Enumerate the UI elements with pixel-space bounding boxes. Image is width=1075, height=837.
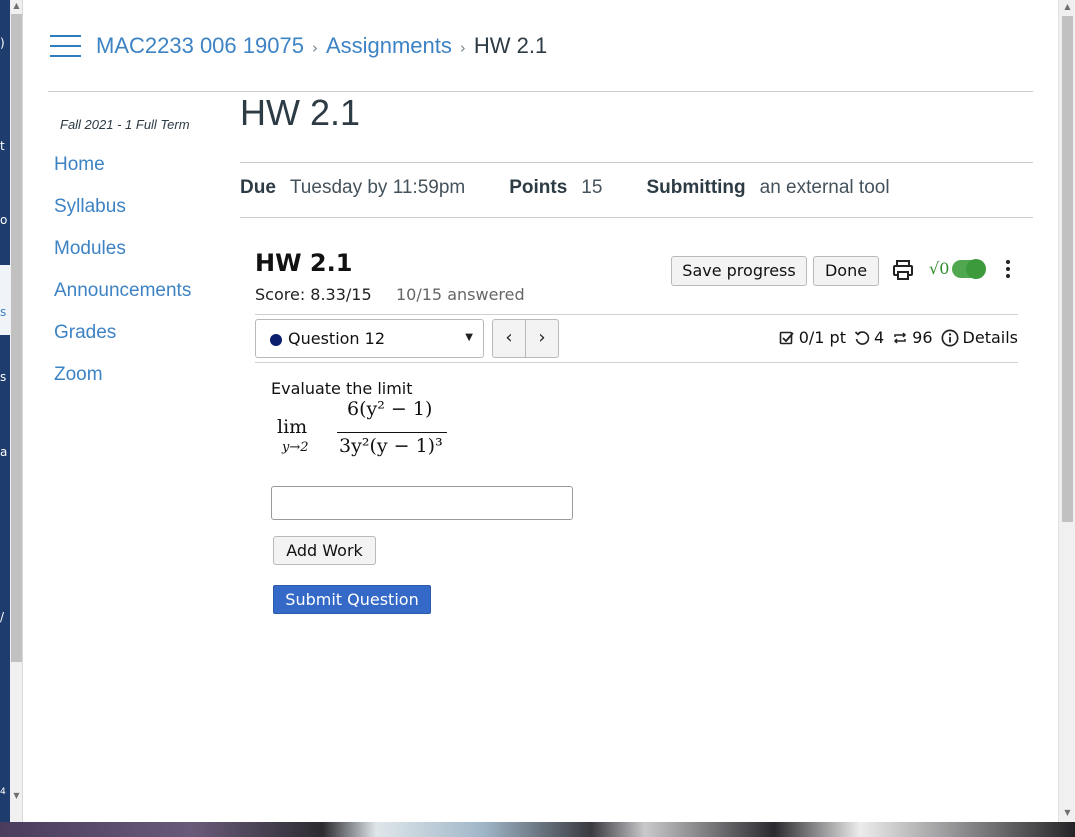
nav-item-home: Home <box>54 154 191 196</box>
due-label: Due <box>240 177 276 198</box>
submitting-label: Submitting <box>646 177 746 198</box>
nav-item-announcements: Announcements <box>54 280 191 322</box>
background-text: a <box>0 445 8 459</box>
scroll-up-arrow-icon[interactable]: ▲ <box>10 0 23 12</box>
background-text: 4 <box>0 787 6 797</box>
browser-window: MAC2233 006 19075 › Assignments › HW 2.1… <box>23 0 1075 822</box>
background-text: / <box>0 610 5 624</box>
nav-item-syllabus: Syllabus <box>54 196 191 238</box>
fraction-bar <box>337 432 447 433</box>
divider <box>48 91 1033 92</box>
background-window-strip: ) t o s s a / 4 <box>0 0 10 822</box>
breadcrumb-assignments-link[interactable]: Assignments <box>326 33 452 59</box>
points-stat: 0/1 pt <box>779 328 846 347</box>
versions-stat: 96 <box>892 328 933 347</box>
nav-link-announcements[interactable]: Announcements <box>54 280 191 301</box>
info-icon <box>941 329 959 346</box>
scrollbar-thumb[interactable] <box>1062 16 1073 522</box>
limit-expression: lim y→2 6(y² − 1) 3y²(y − 1)³ <box>277 398 477 464</box>
assignment-details: Due Tuesday by 11:59pm Points 15 Submitt… <box>240 177 934 199</box>
background-highlight <box>0 265 10 335</box>
breadcrumb-current: HW 2.1 <box>473 33 548 58</box>
page-title: HW 2.1 <box>240 92 361 133</box>
question-stats: 0/1 pt 4 96 Details <box>771 328 1018 347</box>
background-text: s <box>0 370 7 384</box>
hamburger-menu-icon[interactable] <box>50 35 81 57</box>
points-stat-value: 0/1 pt <box>798 328 846 347</box>
repeat-icon <box>894 331 907 344</box>
question-prompt: Evaluate the limit <box>271 379 413 398</box>
tool-title: HW 2.1 <box>255 249 353 277</box>
nav-link-syllabus[interactable]: Syllabus <box>54 196 126 217</box>
caret-down-icon: ▼ <box>465 332 473 343</box>
submit-question-button[interactable]: Submit Question <box>273 585 431 614</box>
add-work-button[interactable]: Add Work <box>273 536 376 565</box>
page-scrollbar[interactable]: ▲ ▼ <box>1058 0 1075 822</box>
nav-item-modules: Modules <box>54 238 191 280</box>
more-options-icon[interactable] <box>1003 258 1013 280</box>
done-button[interactable]: Done <box>813 256 879 286</box>
background-text: t <box>0 139 5 153</box>
nav-link-home[interactable]: Home <box>54 154 105 175</box>
answered-count: 10/15 answered <box>396 285 525 304</box>
question-select-value: Question 12 <box>288 329 386 348</box>
previous-question-button[interactable]: ‹ <box>492 319 526 358</box>
retry-icon <box>854 330 870 345</box>
score-text: Score: 8.33/15 <box>255 285 372 304</box>
math-entry-toggle[interactable] <box>952 259 986 279</box>
question-select[interactable]: Question 12 ▼ <box>255 319 484 358</box>
question-status-dot-icon <box>270 334 282 346</box>
points-value: 15 <box>581 177 603 198</box>
numerator: 6(y² − 1) <box>347 398 433 420</box>
lim-subscript: y→2 <box>282 440 309 455</box>
details-label: Details <box>962 328 1018 347</box>
course-term: Fall 2021 - 1 Full Term <box>60 117 190 132</box>
background-scrollbar[interactable]: ▲ ▼ <box>10 0 23 822</box>
save-progress-button[interactable]: Save progress <box>671 256 807 286</box>
answer-input[interactable] <box>271 486 573 520</box>
retries-stat: 4 <box>854 328 884 347</box>
next-question-button[interactable]: › <box>525 319 559 358</box>
lim-text: lim <box>277 416 308 438</box>
nav-item-zoom: Zoom <box>54 364 191 406</box>
math-entry-icon: √0 <box>929 259 950 278</box>
nav-link-modules[interactable]: Modules <box>54 238 126 259</box>
chevron-right-icon: › <box>311 39 318 57</box>
course-nav: Home Syllabus Modules Announcements Grad… <box>54 154 191 406</box>
divider <box>240 217 1033 218</box>
due-value: Tuesday by 11:59pm <box>289 177 466 198</box>
divider <box>240 162 1033 163</box>
scroll-down-arrow-icon[interactable]: ▼ <box>1059 806 1075 820</box>
divider <box>255 362 1018 363</box>
scrollbar-thumb[interactable] <box>11 14 22 662</box>
background-text: o <box>0 213 8 227</box>
nav-item-grades: Grades <box>54 322 191 364</box>
background-text: ) <box>0 36 5 50</box>
chevron-right-icon: › <box>459 39 466 57</box>
points-label: Points <box>509 177 568 198</box>
details-button[interactable]: Details <box>941 328 1018 347</box>
checkbox-icon <box>779 331 794 344</box>
breadcrumb: MAC2233 006 19075 › Assignments › HW 2.1 <box>50 28 547 64</box>
retries-stat-value: 4 <box>873 328 885 347</box>
scroll-up-arrow-icon[interactable]: ▲ <box>1059 0 1075 14</box>
submitting-value: an external tool <box>759 177 890 198</box>
nav-link-zoom[interactable]: Zoom <box>54 364 103 385</box>
scroll-down-arrow-icon[interactable]: ▼ <box>10 790 23 802</box>
versions-stat-value: 96 <box>912 328 933 347</box>
desktop-wallpaper <box>0 822 1075 837</box>
print-icon[interactable] <box>891 258 915 282</box>
nav-link-grades[interactable]: Grades <box>54 322 116 343</box>
background-text: s <box>0 305 7 319</box>
breadcrumb-course-link[interactable]: MAC2233 006 19075 <box>96 33 304 59</box>
divider <box>255 314 1018 315</box>
denominator: 3y²(y − 1)³ <box>339 435 443 457</box>
